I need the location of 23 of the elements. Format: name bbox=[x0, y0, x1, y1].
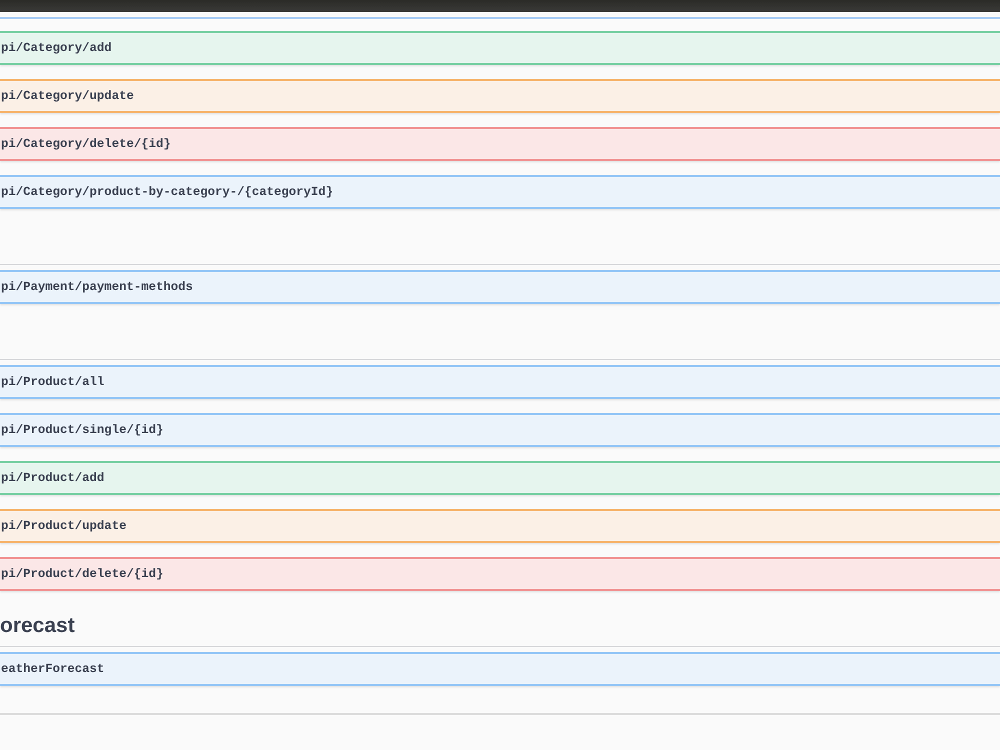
endpoint-path: pi/Product/add bbox=[1, 471, 104, 485]
operation-summary[interactable]: pi/Category/add bbox=[0, 31, 1000, 65]
operation-summary[interactable]: pi/Product/all bbox=[0, 365, 1000, 399]
endpoint-path: pi/Product/delete/{id} bbox=[1, 567, 164, 581]
endpoint-path: pi/Product/all bbox=[1, 375, 104, 389]
endpoint-path: pi/Payment/payment-methods bbox=[1, 280, 193, 294]
operation-summary[interactable]: eatherForecast bbox=[0, 652, 1000, 686]
operation-summary[interactable]: pi/Product/single/{id} bbox=[0, 413, 1000, 447]
operation-summary[interactable]: pi/Category/update bbox=[0, 79, 1000, 113]
endpoint-path: pi/Product/update bbox=[1, 519, 126, 533]
endpoint-path: pi/Product/single/{id} bbox=[1, 423, 164, 437]
endpoint-path: pi/Category/delete/{id} bbox=[1, 137, 171, 151]
operation-summary[interactable]: pi/Product/update bbox=[0, 509, 1000, 543]
operation-summary[interactable]: pi/Product/add bbox=[0, 461, 1000, 495]
section-heading: orecast bbox=[0, 614, 75, 638]
endpoint-path: pi/Category/product-by-category-/{categoryId} bbox=[1, 185, 334, 199]
operation-summary[interactable]: pi/Product/delete/{id} bbox=[0, 557, 1000, 591]
endpoint-path: pi/Category/add bbox=[1, 41, 112, 55]
endpoint-path: pi/Category/update bbox=[1, 89, 134, 103]
operation-summary[interactable]: pi/Category/delete/{id} bbox=[0, 127, 1000, 161]
endpoint-path: eatherForecast bbox=[1, 662, 104, 676]
operation-summary[interactable]: pi/Payment/payment-methods bbox=[0, 270, 1000, 304]
operation-summary[interactable]: pi/Category/product-by-category-/{categoryId} bbox=[0, 175, 1000, 209]
